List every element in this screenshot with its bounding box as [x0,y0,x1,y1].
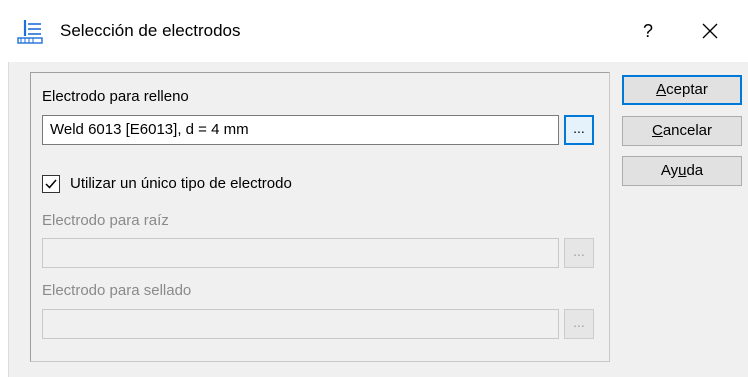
help-button[interactable]: Ayuda [622,156,742,186]
accept-button[interactable]: Aceptar [622,75,742,105]
close-icon [702,23,718,39]
root-electrode-label: Electrodo para raíz [42,212,169,229]
help-title-button[interactable]: ? [628,12,668,50]
seal-electrode-label: Electrodo para sellado [42,282,192,299]
window-title: Selección de electrodos [60,21,241,40]
cancel-button[interactable]: Cancelar [622,116,742,146]
fill-electrode-field[interactable]: Weld 6013 [E6013], d = 4 mm [42,115,559,145]
fill-electrode-label: Electrodo para relleno [42,88,189,105]
root-electrode-browse-button: ... [564,238,594,268]
electrode-app-icon [17,18,43,44]
checkmark-icon [45,179,57,189]
title-bar: Selección de electrodos ? [0,0,748,62]
close-button[interactable] [686,12,734,50]
left-frame-edge [0,62,9,377]
seal-electrode-field [42,309,559,339]
root-electrode-field [42,238,559,268]
seal-electrode-browse-button: ... [564,309,594,339]
single-type-checkbox[interactable] [42,175,60,193]
single-type-label[interactable]: Utilizar un único tipo de electrodo [70,175,292,193]
fill-electrode-browse-button[interactable]: ... [564,115,594,145]
